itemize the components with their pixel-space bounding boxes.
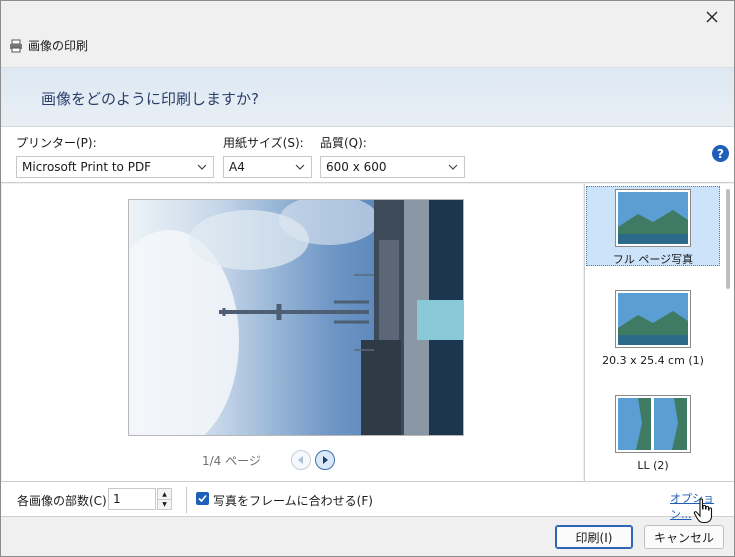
arrow-right-icon: [322, 456, 328, 464]
paper-size-field: 用紙サイズ(S): A4: [223, 134, 312, 178]
copies-label: 各画像の部数(C):: [17, 494, 111, 508]
printer-label: プリンター(P):: [16, 136, 97, 150]
preview-image: [128, 199, 464, 436]
layout-item-20x25[interactable]: 20.3 x 25.4 cm (1): [586, 290, 720, 370]
previous-page-button[interactable]: [290, 450, 311, 470]
copies-stepper[interactable]: ▲ ▼: [157, 488, 172, 510]
fit-frame-checkbox[interactable]: [196, 492, 209, 505]
chevron-down-icon: [197, 164, 207, 170]
layout-list: フル ページ写真 20.3 x 25.4 cm (1) LL (2): [584, 184, 734, 481]
layout-label: 20.3 x 25.4 cm (1): [602, 354, 704, 367]
layout-label: フル ページ写真: [612, 253, 694, 266]
dialog-heading: 画像をどのように印刷しますか?: [41, 90, 259, 108]
quality-select[interactable]: 600 x 600: [320, 156, 465, 178]
title-bar: 画像の印刷: [9, 37, 88, 54]
paper-size-select[interactable]: A4: [223, 156, 312, 178]
quality-field: 品質(Q): 600 x 600: [320, 134, 465, 178]
layout-thumbnail: [615, 189, 691, 247]
next-page-button[interactable]: [314, 450, 335, 470]
layout-item-ll[interactable]: LL (2): [586, 395, 720, 475]
printer-icon: [10, 39, 22, 52]
hand-cursor-icon: [693, 498, 713, 524]
printer-field: プリンター(P): Microsoft Print to PDF: [16, 134, 214, 178]
quality-label: 品質(Q):: [320, 136, 367, 150]
print-button[interactable]: 印刷(I): [555, 525, 633, 549]
settings-row: プリンター(P): Microsoft Print to PDF 用紙サイズ(S…: [1, 127, 734, 183]
layout-item-full-page[interactable]: フル ページ写真: [586, 186, 720, 266]
divider: [186, 487, 187, 513]
page-navigation: 1/4 ページ: [202, 450, 339, 470]
bottom-options: 各画像の部数(C): 1 ▲ ▼ 写真をフレームに合わせる(F) オプション..…: [1, 481, 734, 521]
window-title: 画像の印刷: [28, 39, 89, 53]
layout-thumbnail: [615, 395, 691, 453]
decrement-icon[interactable]: ▼: [158, 499, 171, 509]
arrow-left-icon: [297, 456, 303, 464]
layout-scrollbar[interactable]: [726, 189, 730, 289]
cancel-button[interactable]: キャンセル: [644, 525, 724, 549]
layout-label: LL (2): [637, 459, 669, 472]
help-icon[interactable]: ?: [712, 145, 729, 162]
checkmark-icon: [198, 494, 207, 503]
close-icon: [706, 11, 718, 23]
quality-value: 600 x 600: [326, 160, 387, 174]
chevron-down-icon: [295, 164, 305, 170]
fit-frame-label: 写真をフレームに合わせる(F): [213, 494, 373, 508]
layout-thumbnail: [615, 290, 691, 348]
chevron-down-icon: [448, 164, 458, 170]
print-preview: 1/4 ページ: [2, 184, 583, 481]
copies-input[interactable]: 1: [108, 488, 156, 510]
paper-size-value: A4: [229, 160, 245, 174]
printer-value: Microsoft Print to PDF: [22, 160, 152, 174]
increment-icon[interactable]: ▲: [158, 489, 171, 499]
print-dialog: 画像の印刷 画像をどのように印刷しますか? プリンター(P): Microsof…: [0, 0, 735, 557]
page-indicator: 1/4 ページ: [202, 453, 261, 468]
header-band: 画像をどのように印刷しますか?: [1, 67, 734, 127]
close-button[interactable]: [700, 5, 724, 29]
printer-select[interactable]: Microsoft Print to PDF: [16, 156, 214, 178]
paper-size-label: 用紙サイズ(S):: [223, 136, 304, 150]
